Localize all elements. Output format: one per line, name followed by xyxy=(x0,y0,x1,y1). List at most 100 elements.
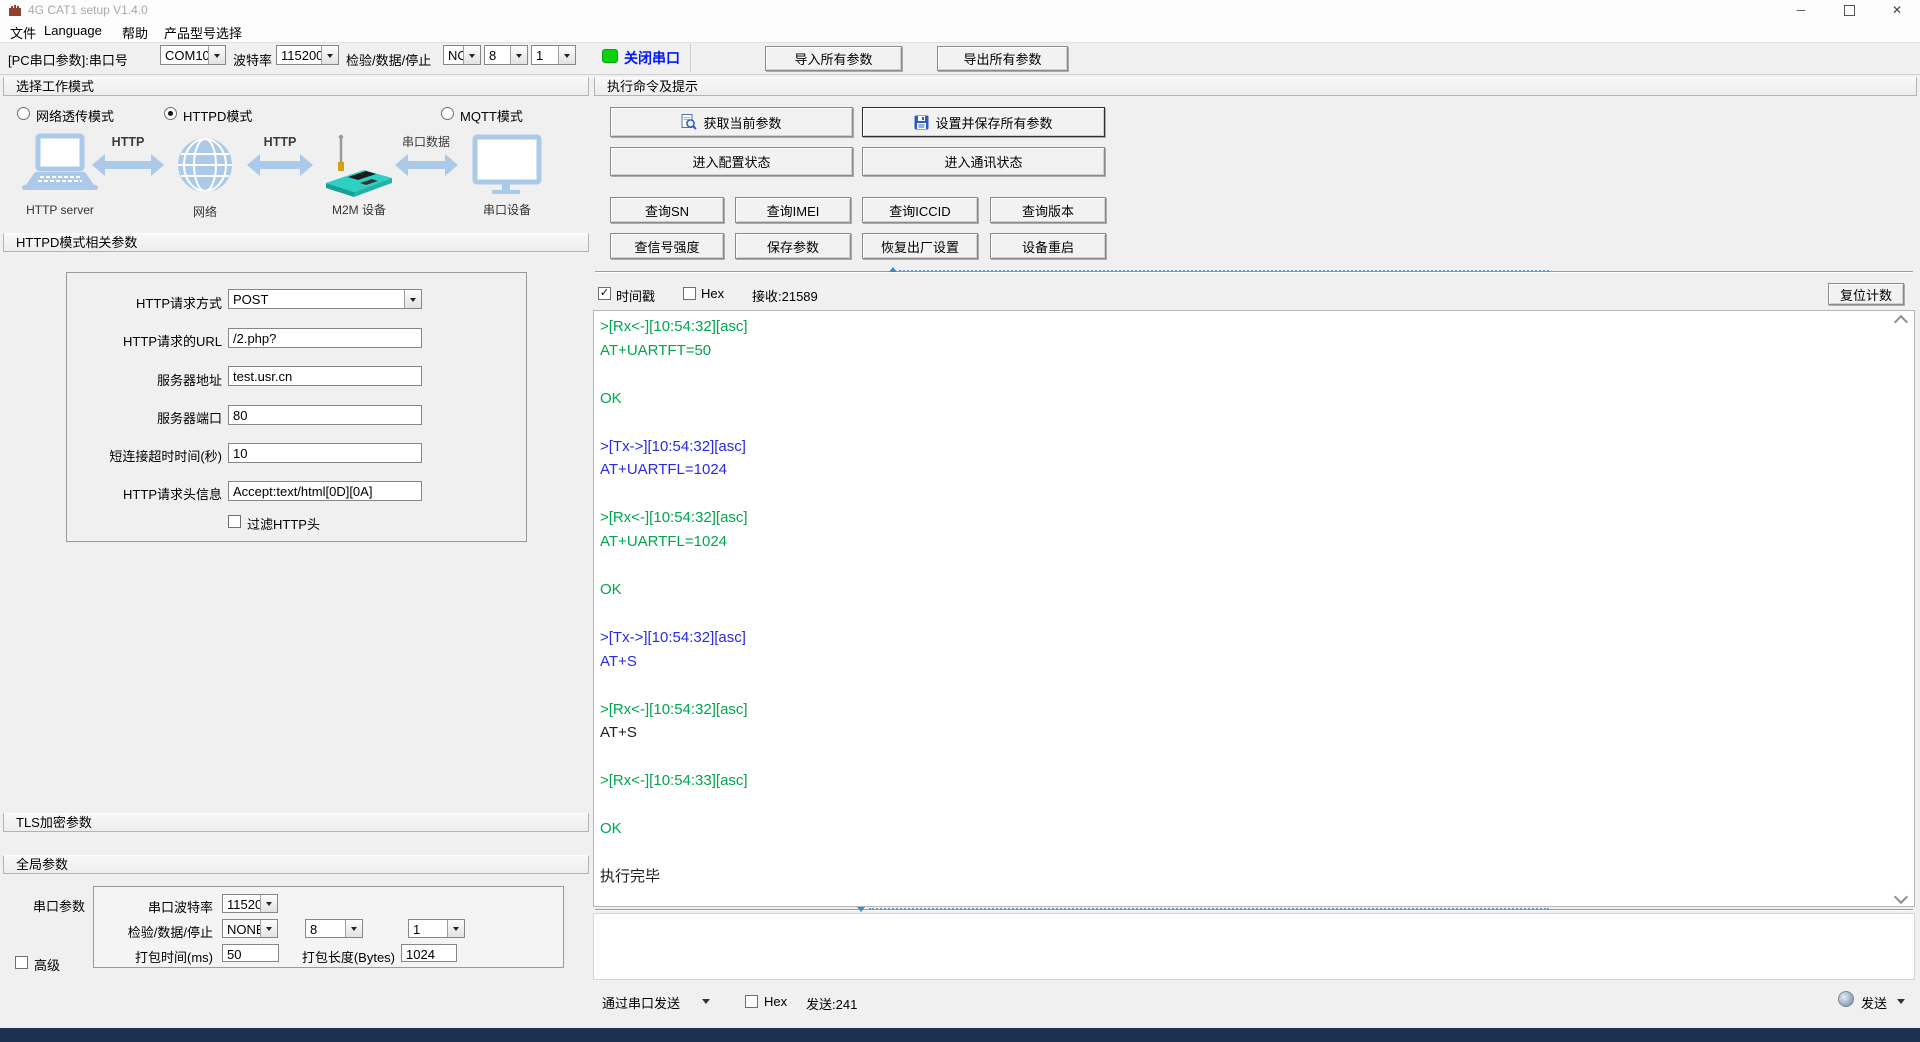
chevron-down-icon[interactable] xyxy=(463,46,480,64)
serial-stopbits-select[interactable]: 1 xyxy=(408,919,465,938)
http-url-input[interactable]: /2.php? xyxy=(228,328,422,348)
chevron-down-icon[interactable] xyxy=(321,46,338,64)
log-line: AT+S xyxy=(600,650,1892,674)
com-port-select[interactable]: COM10 xyxy=(160,45,226,65)
packtime-input[interactable]: 50 xyxy=(222,944,279,962)
node3-label: M2M 设备 xyxy=(332,203,386,217)
import-params-button[interactable]: 导入所有参数 xyxy=(765,46,902,71)
timestamp-label[interactable]: 时间戳 xyxy=(616,286,655,305)
advanced-label[interactable]: 高级 xyxy=(34,955,60,974)
send-hex-label[interactable]: Hex xyxy=(764,994,787,1009)
http-method-select[interactable]: POST xyxy=(228,289,422,309)
timestamp-checkbox[interactable] xyxy=(598,287,611,300)
status-bar xyxy=(0,1028,1920,1042)
query-imei-button[interactable]: 查询IMEI xyxy=(735,197,851,223)
timeout-input[interactable]: 10 xyxy=(228,443,422,463)
enter-config-button[interactable]: 进入配置状态 xyxy=(610,147,853,176)
splitter-bottom-handle[interactable] xyxy=(869,908,1549,910)
toolbar-separator xyxy=(690,44,691,72)
serial-parity-select[interactable]: NONE xyxy=(222,919,278,938)
collapse-up-icon[interactable] xyxy=(889,267,897,272)
log-hex-checkbox[interactable] xyxy=(683,287,696,300)
radio-net-transparent-label[interactable]: 网络透传模式 xyxy=(36,106,114,125)
chevron-down-icon[interactable] xyxy=(208,46,225,64)
log-line: >[Tx->][10:54:32][asc] xyxy=(600,626,1892,650)
log-line: AT+UARTFL=1024 xyxy=(600,530,1892,554)
radio-httpd-mode-label[interactable]: HTTPD模式 xyxy=(183,106,252,125)
title-bar: 4G CAT1 setup V1.4.0 ─ ✕ xyxy=(0,0,1920,20)
server-port-input[interactable]: 80 xyxy=(228,405,422,425)
query-version-button[interactable]: 查询版本 xyxy=(990,197,1106,223)
recv-count: 接收:21589 xyxy=(752,286,818,305)
radio-mqtt-mode-label[interactable]: MQTT模式 xyxy=(460,106,523,125)
log-line: >[Rx<-][10:54:32][asc] xyxy=(600,698,1892,722)
log-line xyxy=(600,554,1892,578)
factory-reset-button[interactable]: 恢复出厂设置 xyxy=(862,233,978,259)
chevron-down-icon[interactable] xyxy=(260,895,277,912)
chevron-down-icon[interactable] xyxy=(510,46,527,64)
get-params-button[interactable]: 获取当前参数 xyxy=(610,107,853,137)
chevron-down-icon[interactable] xyxy=(558,46,575,64)
log-line: OK xyxy=(600,817,1892,841)
log-line: OK xyxy=(600,387,1892,411)
http-header-input[interactable]: Accept:text/html[0D][0A] xyxy=(228,481,422,501)
baud-select[interactable]: 115200 xyxy=(276,45,339,65)
packlen-input[interactable]: 1024 xyxy=(401,944,457,962)
advanced-checkbox[interactable] xyxy=(15,956,28,969)
close-port-button[interactable]: 关闭串口 xyxy=(624,48,680,68)
send-hex-checkbox[interactable] xyxy=(745,995,758,1008)
menu-bar: 文件 Language 帮助 产品型号选择 xyxy=(0,20,1920,43)
parity-select[interactable]: NONI xyxy=(443,45,481,65)
menu-file[interactable]: 文件 xyxy=(10,23,36,42)
serial-params-label: 串口参数 xyxy=(33,896,85,915)
chevron-down-icon[interactable] xyxy=(345,920,362,937)
export-params-button[interactable]: 导出所有参数 xyxy=(937,46,1068,71)
send-mode-dropdown[interactable]: 通过串口发送 xyxy=(602,993,680,1012)
send-button[interactable]: 发送 xyxy=(1861,993,1887,1012)
radio-httpd-mode[interactable] xyxy=(164,107,177,120)
log-hex-label[interactable]: Hex xyxy=(701,286,724,301)
chevron-down-icon[interactable] xyxy=(404,290,421,308)
collapse-down-icon[interactable] xyxy=(857,907,865,912)
query-signal-button[interactable]: 查信号强度 xyxy=(610,233,724,259)
log-line: 执行完毕 xyxy=(600,865,1892,889)
splitter-top-handle[interactable] xyxy=(899,270,1549,272)
maximize-button[interactable] xyxy=(1834,0,1864,20)
send-input-area[interactable] xyxy=(593,913,1915,980)
serial-baud-label: 串口波特率 xyxy=(93,897,213,916)
log-line: OK xyxy=(600,578,1892,602)
serial-device-icon xyxy=(475,137,539,194)
packlen-label: 打包长度(Bytes) xyxy=(300,947,395,966)
menu-help[interactable]: 帮助 xyxy=(122,23,148,42)
serial-databits-select[interactable]: 8 xyxy=(305,919,363,938)
network-globe-icon xyxy=(178,138,232,192)
log-line: AT+UARTFL=1024 xyxy=(600,458,1892,482)
filter-http-checkbox[interactable] xyxy=(228,515,241,528)
minimize-button[interactable]: ─ xyxy=(1786,0,1816,20)
close-button[interactable]: ✕ xyxy=(1882,0,1912,20)
log-line xyxy=(600,363,1892,387)
query-sn-button[interactable]: 查询SN xyxy=(610,197,724,223)
menu-product-model[interactable]: 产品型号选择 xyxy=(164,23,242,42)
chevron-down-icon[interactable] xyxy=(447,920,464,937)
server-addr-input[interactable]: test.usr.cn xyxy=(228,366,422,386)
databits-select[interactable]: 8 xyxy=(484,45,528,65)
send-mode-arrow-icon[interactable] xyxy=(702,999,710,1008)
device-restart-button[interactable]: 设备重启 xyxy=(990,233,1106,259)
send-dropdown-icon[interactable] xyxy=(1897,999,1905,1008)
radio-net-transparent[interactable] xyxy=(17,107,30,120)
radio-mqtt-mode[interactable] xyxy=(441,107,454,120)
query-iccid-button[interactable]: 查询ICCID xyxy=(862,197,978,223)
reset-counter-button[interactable]: 复位计数 xyxy=(1828,283,1904,305)
window-title: 4G CAT1 setup V1.4.0 xyxy=(28,3,148,17)
packtime-label: 打包时间(ms) xyxy=(93,947,213,966)
set-save-params-button[interactable]: 设置并保存所有参数 xyxy=(862,107,1105,137)
filter-http-label[interactable]: 过滤HTTP头 xyxy=(247,514,320,533)
serial-baud-select[interactable]: 115200 xyxy=(222,894,278,913)
save-params-button[interactable]: 保存参数 xyxy=(735,233,851,259)
menu-language[interactable]: Language xyxy=(44,23,102,38)
enter-comm-button[interactable]: 进入通讯状态 xyxy=(862,147,1105,176)
log-output[interactable]: >[Rx<-][10:54:32][asc]AT+UARTFT=50 OK >[… xyxy=(593,310,1915,907)
stopbits-select[interactable]: 1 xyxy=(531,45,576,65)
chevron-down-icon[interactable] xyxy=(260,920,277,937)
